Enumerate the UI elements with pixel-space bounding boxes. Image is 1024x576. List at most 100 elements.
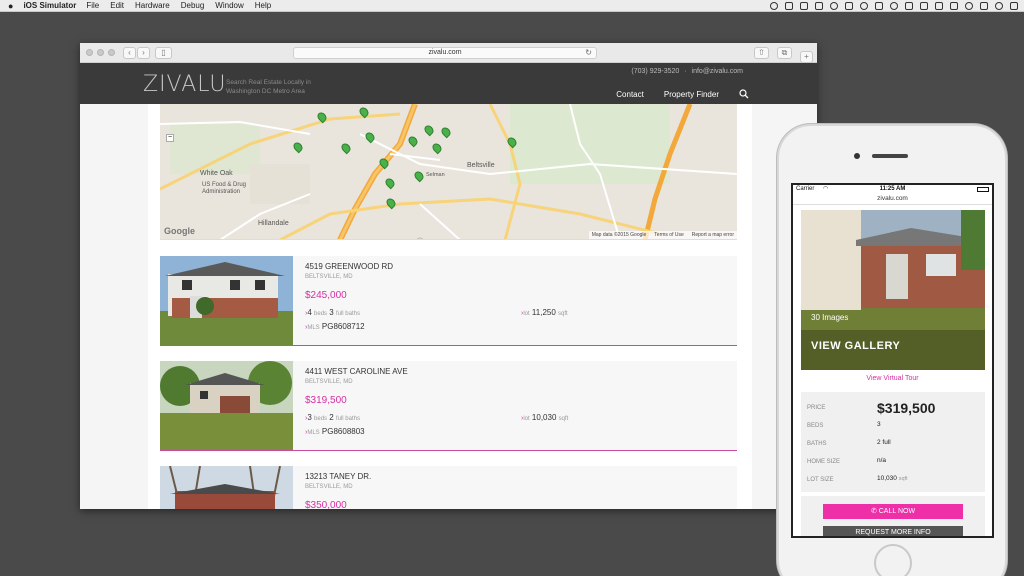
listing-card[interactable]: 4519 GREENWOOD RD BELTSVILLE, MD $245,00… (160, 256, 737, 346)
reload-icon[interactable]: ↻ (585, 48, 592, 58)
zoom-window-button[interactable] (108, 49, 115, 56)
mls-label: MLS (307, 430, 320, 436)
home-size-label: HOME SIZE (807, 459, 841, 465)
new-tab-button[interactable]: + (800, 51, 813, 63)
airplay-icon[interactable] (845, 2, 853, 10)
menu-debug[interactable]: Debug (181, 1, 205, 10)
lot-size-label: LOT SIZE (807, 477, 834, 483)
apple-menu-icon[interactable]: ● (8, 1, 13, 11)
status-icon-2[interactable] (785, 2, 793, 10)
phone-status-bar: Carrier ◠ 11:25 AM (793, 185, 992, 194)
map-label-white-oak: White Oak (200, 170, 233, 177)
menu-window[interactable]: Window (215, 1, 243, 10)
menu-file[interactable]: File (86, 1, 99, 10)
email-address[interactable]: info@zivalu.com (692, 68, 743, 75)
map-report-link[interactable]: Report a map error (692, 232, 734, 238)
chat-icon[interactable] (860, 2, 868, 10)
macos-menubar: ● iOS Simulator File Edit Hardware Debug… (0, 0, 1024, 12)
google-logo: Google (164, 226, 195, 236)
address-bar[interactable]: zivalu.com ↻ (293, 47, 597, 59)
listing-mls: ›MLS PG8608712 (305, 322, 365, 331)
listing-photo[interactable] (160, 466, 293, 509)
minimize-window-button[interactable] (97, 49, 104, 56)
contact-actions: ✆ CALL NOW REQUEST MORE INFO (801, 496, 985, 536)
price-value: $319,500 (877, 400, 936, 416)
listing-address[interactable]: 13213 TANEY DR. (305, 472, 371, 481)
lot-size-value: 10,030 sqft (877, 475, 908, 482)
lot-label: lot (523, 416, 530, 422)
site-header: ZIVALU Search Real Estate Locally in Was… (80, 63, 817, 104)
battery-icon (977, 187, 989, 192)
tabs-button[interactable]: ⧉ (777, 47, 792, 59)
nav-contact[interactable]: Contact (616, 90, 644, 99)
image-count: 30 Images (811, 313, 849, 322)
contact-line: (703) 929-3520 · info@zivalu.com (631, 68, 743, 75)
mobile-address-bar[interactable]: zivalu.com (793, 194, 992, 205)
home-size-value: n/a (877, 457, 887, 464)
map-label-beltsville: Beltsville (467, 162, 495, 169)
bluetooth-icon[interactable] (890, 2, 898, 10)
beds-value: 4 (307, 308, 312, 317)
status-icon-5[interactable] (830, 2, 838, 10)
listing-address[interactable]: 4519 GREENWOOD RD (305, 262, 393, 271)
listing-price: $319,500 (305, 395, 347, 406)
map-graphic (160, 104, 737, 239)
beds-value: 3 (307, 413, 312, 422)
gallery-photo[interactable]: 30 Images VIEW GALLERY (801, 210, 985, 370)
baths-value: 3 (329, 308, 334, 317)
listing-lot: ›lot 10,030 sqft (521, 413, 568, 422)
baths-label: full baths (335, 311, 360, 317)
property-map[interactable]: White Oak US Food & Drug Administration … (160, 104, 737, 240)
request-info-button[interactable]: REQUEST MORE INFO (823, 526, 963, 536)
battery-icon[interactable] (935, 2, 943, 10)
listing-photo[interactable] (160, 256, 293, 345)
property-details: PRICE $319,500 BEDS 3 BATHS 2 full HOME … (801, 392, 985, 492)
forward-button[interactable]: › (137, 47, 150, 59)
app-menu[interactable]: iOS Simulator (23, 1, 76, 10)
status-icon-1[interactable] (770, 2, 778, 10)
status-icon-4[interactable] (815, 2, 823, 10)
search-icon[interactable] (739, 89, 749, 99)
menu-hardware[interactable]: Hardware (135, 1, 170, 10)
call-now-button[interactable]: ✆ CALL NOW (823, 504, 963, 519)
beds-label: beds (314, 416, 328, 422)
map-data-text: Map data ©2015 Google (591, 232, 647, 238)
back-button[interactable]: ‹ (123, 47, 136, 59)
phone-number[interactable]: (703) 929-3520 (631, 68, 679, 75)
status-icon-8[interactable] (875, 2, 883, 10)
site-logo[interactable]: ZIVALU (143, 72, 227, 97)
menu-help[interactable]: Help (255, 1, 271, 10)
sidebar-button[interactable]: ▯ (155, 47, 172, 59)
map-attribution: Map data ©2015 Google Terms of Use Repor… (588, 231, 737, 239)
map-label-fda: US Food & Drug Administration (202, 182, 247, 195)
close-window-button[interactable] (86, 49, 93, 56)
listing-city: BELTSVILLE, MD (305, 379, 353, 385)
dropbox-icon[interactable] (800, 2, 808, 10)
view-gallery-button[interactable]: VIEW GALLERY (811, 340, 900, 352)
map-label-hillandale: Hillandale (258, 220, 289, 227)
nav-property-finder[interactable]: Property Finder (664, 90, 719, 99)
mls-label: MLS (307, 325, 320, 331)
wifi-icon[interactable] (905, 2, 913, 10)
listing-lot: ›lot 11,250 sqft (521, 308, 568, 317)
volume-icon[interactable] (920, 2, 928, 10)
map-terms-link[interactable]: Terms of Use (654, 232, 683, 238)
mls-value: PG8608712 (321, 322, 365, 331)
notification-center-icon[interactable] (1010, 2, 1018, 10)
clock-icon[interactable] (965, 2, 973, 10)
spotlight-icon[interactable] (995, 2, 1003, 10)
listing-card[interactable]: 13213 TANEY DR. BELTSVILLE, MD $350,000 (160, 466, 737, 509)
listing-address[interactable]: 4411 WEST CAROLINE AVE (305, 367, 408, 376)
listing-photo[interactable] (160, 361, 293, 450)
phone-icon: ✆ (870, 508, 879, 515)
map-zoom-out-button[interactable]: − (166, 134, 174, 142)
user-icon[interactable] (980, 2, 988, 10)
keyboard-icon[interactable] (950, 2, 958, 10)
virtual-tour-link[interactable]: View Virtual Tour (793, 375, 992, 382)
home-button[interactable] (874, 544, 912, 576)
menu-edit[interactable]: Edit (110, 1, 124, 10)
share-button[interactable]: ⇧ (754, 47, 769, 59)
listing-card[interactable]: 4411 WEST CAROLINE AVE BELTSVILLE, MD $3… (160, 361, 737, 451)
beds-label: BEDS (807, 423, 824, 429)
beds-value: 3 (877, 421, 881, 428)
